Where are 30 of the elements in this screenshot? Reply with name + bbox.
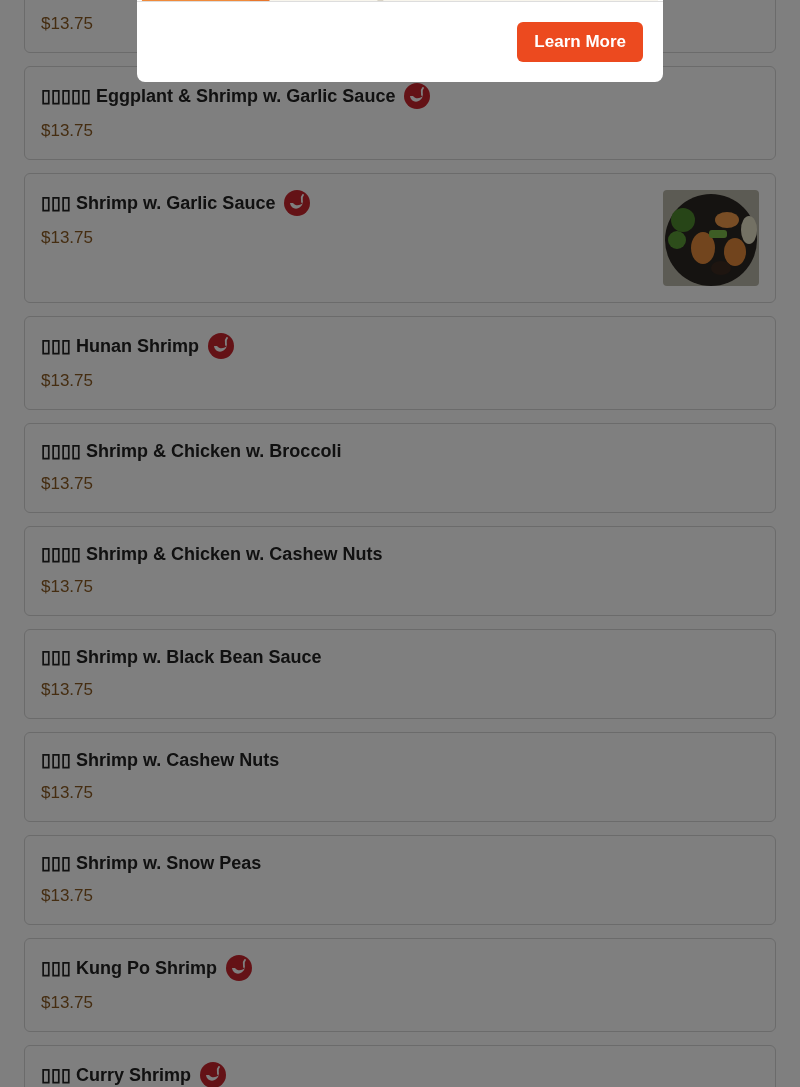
menu-item-card[interactable]: ▯▯▯ Shrimp w. Garlic Sauce $13.75 — [24, 173, 776, 303]
dish-name: ▯▯▯▯▯ Eggplant & Shrimp w. Garlic Sauce — [41, 85, 396, 107]
dish-price: $13.75 — [41, 782, 94, 804]
dish-name: ▯▯▯ Shrimp w. Cashew Nuts — [41, 749, 280, 771]
dish-price: $13.75 — [41, 473, 94, 495]
dish-name: ▯▯▯ Shrimp w. Garlic Sauce — [41, 192, 276, 214]
dish-price: $13.75 — [41, 227, 94, 249]
dish-name: ▯▯▯ Shrimp w. Black Bean Sauce — [41, 646, 322, 668]
menu-item-card[interactable]: ▯▯▯ Kung Po Shrimp $13.75 — [24, 938, 776, 1032]
dish-price: $13.75 — [41, 13, 93, 35]
menu-item-card[interactable]: ▯▯▯ Shrimp w. Black Bean Sauce $13.75 — [24, 629, 776, 719]
dish-price: $13.75 — [41, 992, 94, 1014]
dish-name: ▯▯▯ Curry Shrimp — [41, 1064, 192, 1086]
menu-item-card[interactable]: ▯▯▯▯ Shrimp & Chicken w. Cashew Nuts $13.75 — [24, 526, 776, 616]
menu-item-card[interactable]: ▯▯▯ Curry Shrimp — [24, 1045, 776, 1087]
menu-item-card[interactable]: ▯▯▯▯ Shrimp & Chicken w. Broccoli $13.75 — [24, 423, 776, 513]
dish-price: $13.75 — [41, 576, 94, 598]
menu-item-card[interactable]: ▯▯▯ Shrimp w. Cashew Nuts $13.75 — [24, 732, 776, 822]
dish-name: ▯▯▯ Kung Po Shrimp — [41, 957, 217, 979]
menu-item-card[interactable]: ▯▯▯ Shrimp w. Snow Peas $13.75 — [24, 835, 776, 925]
dish-price: $13.75 — [41, 370, 94, 392]
dish-name: ▯▯▯▯ Shrimp & Chicken w. Cashew Nuts — [41, 543, 383, 565]
dish-name: ▯▯▯▯ Shrimp & Chicken w. Broccoli — [41, 440, 342, 462]
dish-price: $13.75 — [41, 885, 94, 907]
dish-price: $13.75 — [41, 679, 94, 701]
dish-name: ▯▯▯ Shrimp w. Snow Peas — [41, 852, 262, 874]
dish-price: $13.75 — [41, 120, 94, 142]
menu-item-card[interactable]: ▯▯▯ Hunan Shrimp $13.75 — [24, 316, 776, 410]
dish-name: ▯▯▯ Hunan Shrimp — [41, 335, 199, 357]
learn-more-button[interactable]: Learn More — [517, 22, 643, 62]
